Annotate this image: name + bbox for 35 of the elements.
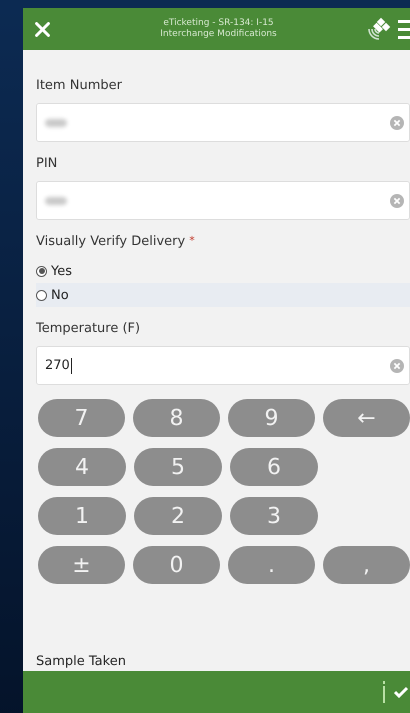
keypad-key[interactable]: 8: [133, 399, 220, 437]
input-field[interactable]: [36, 181, 410, 220]
field-label: Sample Taken: [36, 654, 127, 671]
radio-button[interactable]: [36, 290, 47, 300]
keypad-key[interactable]: 4: [38, 448, 126, 486]
keypad-key[interactable]: ,: [323, 546, 410, 584]
keypad-key[interactable]: 3: [230, 497, 318, 535]
field-label: Item Number: [36, 78, 123, 93]
keypad-key[interactable]: 0: [133, 546, 220, 584]
input-field[interactable]: [36, 103, 410, 142]
keypad-key[interactable]: ←: [323, 399, 410, 437]
keypad-key[interactable]: 6: [230, 448, 318, 486]
menu-icon[interactable]: [398, 18, 410, 40]
keypad-key[interactable]: 5: [134, 448, 222, 486]
window-title: eTicketing - SR-134: I-15 Interchange Modifications: [159, 18, 278, 40]
keypad-key[interactable]: ±: [38, 546, 125, 584]
field-label: Temperature (F): [36, 321, 142, 336]
check-icon[interactable]: [394, 686, 408, 698]
field-label: PIN: [36, 156, 58, 171]
field-value: 270: [45, 358, 70, 373]
keypad-key[interactable]: 2: [134, 497, 222, 535]
info-icon[interactable]: [382, 681, 386, 703]
close-icon[interactable]: [34, 20, 51, 38]
keypad-key[interactable]: 1: [38, 497, 126, 535]
radio-button[interactable]: [36, 266, 47, 276]
required-mark: *: [189, 234, 195, 249]
keypad-key[interactable]: .: [228, 546, 315, 584]
input-field[interactable]: 270: [36, 346, 410, 385]
satellite-icon[interactable]: [366, 16, 392, 42]
text-cursor: [70, 358, 72, 374]
keypad-key[interactable]: 9: [228, 399, 315, 437]
field-label: Visually Verify Delivery: [36, 234, 186, 249]
keypad-key[interactable]: 7: [38, 399, 125, 437]
option-label: No: [51, 288, 69, 302]
option-label: Yes: [51, 264, 72, 278]
